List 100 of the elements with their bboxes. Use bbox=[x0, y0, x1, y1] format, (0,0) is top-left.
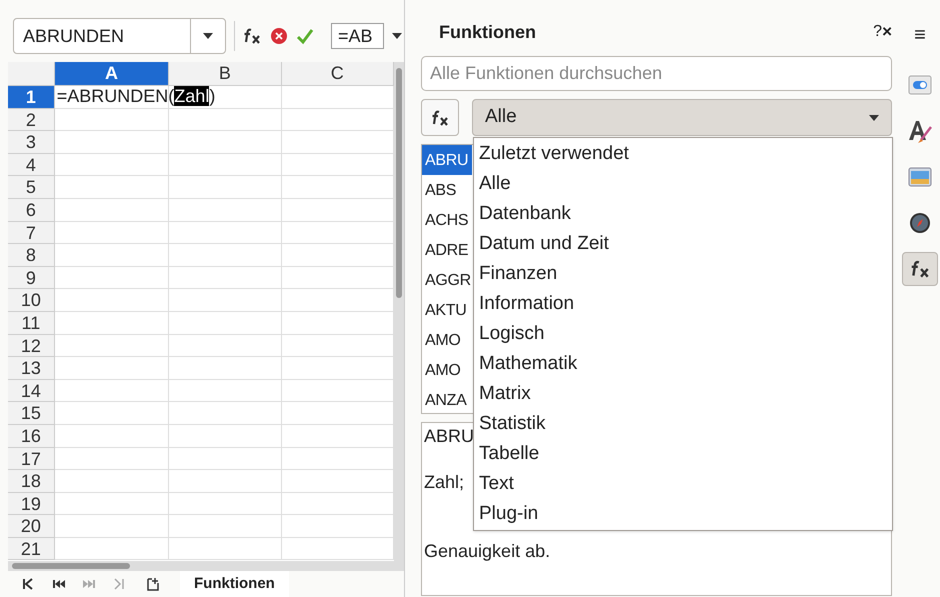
grid-cell[interactable] bbox=[169, 222, 282, 244]
grid-cell[interactable] bbox=[169, 108, 282, 132]
grid-cell[interactable] bbox=[169, 492, 282, 516]
column-header[interactable]: A bbox=[54, 62, 170, 86]
grid-cell[interactable] bbox=[54, 402, 170, 425]
grid-cell[interactable] bbox=[54, 108, 170, 132]
menu-item[interactable]: Text bbox=[474, 469, 518, 499]
grid-cell[interactable] bbox=[54, 380, 170, 402]
grid-cell[interactable] bbox=[169, 312, 282, 335]
grid-cell[interactable] bbox=[54, 198, 170, 222]
row-header[interactable]: 15 bbox=[8, 402, 55, 425]
function-item[interactable]: ANZA bbox=[422, 385, 472, 413]
menu-item[interactable]: Logisch bbox=[474, 319, 548, 349]
close-button[interactable]: × bbox=[882, 19, 892, 45]
menu-item[interactable]: Statistik bbox=[474, 409, 550, 439]
function-item[interactable]: ABRU bbox=[422, 145, 472, 175]
grid-cell[interactable] bbox=[169, 424, 282, 448]
row-header[interactable]: 21 bbox=[8, 538, 55, 560]
menu-button[interactable]: ≡ bbox=[914, 24, 926, 46]
sheet-tab[interactable]: Funktionen bbox=[180, 571, 289, 597]
row-header[interactable]: 5 bbox=[8, 176, 55, 199]
grid-cell[interactable] bbox=[54, 131, 170, 154]
grid-cell[interactable] bbox=[54, 289, 170, 312]
row-header[interactable]: 1 bbox=[8, 86, 55, 109]
category-dropdown[interactable]: Alle bbox=[472, 99, 892, 136]
row-header[interactable]: 20 bbox=[8, 515, 55, 538]
column-header[interactable]: C bbox=[282, 62, 394, 86]
horizontal-scrollbar-thumb[interactable] bbox=[12, 563, 130, 569]
grid-cell[interactable] bbox=[54, 312, 170, 335]
row-header[interactable]: 2 bbox=[8, 108, 55, 132]
menu-item[interactable]: Information bbox=[474, 289, 578, 319]
function-item[interactable]: ABS bbox=[422, 175, 472, 205]
formula-input[interactable]: =AB bbox=[331, 23, 384, 49]
grid-cell[interactable] bbox=[54, 154, 170, 176]
row-header[interactable]: 10 bbox=[8, 289, 55, 312]
name-box[interactable]: ABRUNDEN bbox=[13, 18, 226, 54]
help-button[interactable]: ? bbox=[873, 20, 882, 44]
accept-button[interactable] bbox=[295, 26, 315, 46]
function-item[interactable]: AKTU bbox=[422, 295, 472, 325]
function-item[interactable]: AMO bbox=[422, 325, 472, 355]
grid-cell[interactable] bbox=[169, 380, 282, 402]
row-header[interactable]: 3 bbox=[8, 131, 55, 154]
grid-cell[interactable] bbox=[169, 470, 282, 493]
function-item[interactable]: ADRE bbox=[422, 235, 472, 265]
grid-cell[interactable] bbox=[54, 492, 170, 516]
function-item[interactable]: AMO bbox=[422, 355, 472, 385]
grid-cell[interactable] bbox=[54, 448, 170, 470]
grid-cell[interactable] bbox=[169, 357, 282, 380]
menu-item[interactable]: Datenbank bbox=[474, 199, 575, 229]
row-header[interactable]: 14 bbox=[8, 380, 55, 402]
row-header[interactable]: 4 bbox=[8, 154, 55, 176]
row-header[interactable]: 6 bbox=[8, 198, 55, 222]
grid-cell[interactable] bbox=[169, 198, 282, 222]
menu-item[interactable]: Tabelle bbox=[474, 439, 544, 469]
vertical-scrollbar-thumb[interactable] bbox=[396, 68, 402, 298]
grid-cell[interactable] bbox=[169, 131, 282, 154]
menu-item[interactable]: Mathematik bbox=[474, 349, 582, 379]
row-header[interactable]: 13 bbox=[8, 357, 55, 380]
grid-cell[interactable] bbox=[169, 334, 282, 358]
row-header[interactable]: 17 bbox=[8, 448, 55, 470]
row-header[interactable]: 19 bbox=[8, 492, 55, 516]
grid-cell[interactable] bbox=[169, 402, 282, 425]
grid-cell[interactable] bbox=[169, 244, 282, 267]
row-header[interactable]: 16 bbox=[8, 424, 55, 448]
menu-item[interactable]: Finanzen bbox=[474, 259, 562, 289]
grid-cell[interactable] bbox=[169, 538, 282, 560]
grid-cell[interactable] bbox=[169, 154, 282, 176]
function-item[interactable]: AGGR bbox=[422, 265, 472, 295]
grid-cell[interactable] bbox=[54, 470, 170, 493]
grid-cell[interactable] bbox=[54, 266, 170, 290]
grid-cell[interactable] bbox=[54, 222, 170, 244]
grid-cell[interactable] bbox=[169, 266, 282, 290]
row-header[interactable]: 8 bbox=[8, 244, 55, 267]
grid-cell[interactable] bbox=[54, 538, 170, 560]
row-header[interactable]: 7 bbox=[8, 222, 55, 244]
grid-cell[interactable] bbox=[54, 244, 170, 267]
grid-cell[interactable] bbox=[169, 176, 282, 199]
grid-cell[interactable] bbox=[169, 289, 282, 312]
row-header[interactable]: 18 bbox=[8, 470, 55, 493]
sidebar-tab[interactable] bbox=[902, 252, 938, 286]
search-field[interactable]: Alle Funktionen durchsuchen bbox=[421, 56, 892, 91]
row-header[interactable]: 11 bbox=[8, 312, 55, 335]
function-item[interactable]: ACHS bbox=[422, 205, 472, 235]
grid-cell[interactable] bbox=[169, 515, 282, 538]
cancel-button[interactable] bbox=[269, 26, 289, 46]
select-all-corner[interactable] bbox=[8, 62, 55, 86]
menu-item[interactable]: Alle bbox=[474, 169, 515, 199]
menu-item[interactable]: Matrix bbox=[474, 379, 535, 409]
menu-item[interactable]: Plug-in bbox=[474, 499, 542, 529]
column-header[interactable]: B bbox=[169, 62, 282, 86]
grid-cell[interactable] bbox=[169, 448, 282, 470]
row-header[interactable]: 9 bbox=[8, 266, 55, 290]
menu-item[interactable]: Datum und Zeit bbox=[474, 229, 613, 259]
row-header[interactable]: 12 bbox=[8, 334, 55, 358]
grid-cell[interactable] bbox=[54, 424, 170, 448]
menu-item[interactable]: Zuletzt verwendet bbox=[474, 139, 633, 169]
grid-cell[interactable] bbox=[54, 515, 170, 538]
insert-function-button[interactable] bbox=[421, 99, 459, 136]
grid-cell[interactable] bbox=[54, 357, 170, 380]
grid-cell[interactable] bbox=[54, 176, 170, 199]
